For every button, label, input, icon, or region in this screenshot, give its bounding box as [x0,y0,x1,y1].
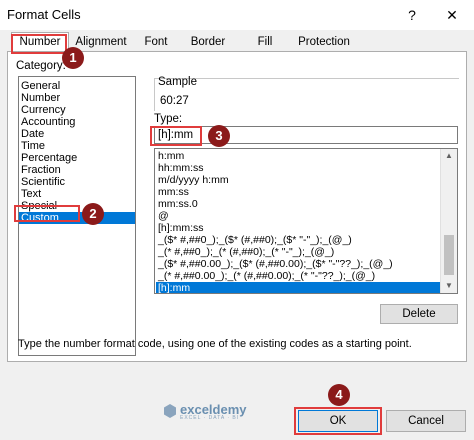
ok-button[interactable]: OK [298,410,378,432]
format-item[interactable]: hh:mm:ss [156,162,440,174]
sample-label: Sample [158,76,197,88]
category-item-percentage[interactable]: Percentage [19,152,135,164]
tab-number[interactable]: Number [11,32,69,52]
format-item[interactable]: _($* #,##0.00_);_($* (#,##0.00);_($* "-"… [156,258,440,270]
watermark-tagline: EXCEL · DATA · BI [180,415,240,421]
format-code-list[interactable]: h:mm hh:mm:ss m/d/yyyy h:mm mm:ss mm:ss.… [154,148,458,294]
step-badge-2: 2 [82,203,104,225]
category-item-special[interactable]: Special [19,200,135,212]
format-item[interactable]: mm:ss [156,186,440,198]
format-item[interactable]: m/d/yyyy h:mm [156,174,440,186]
category-item-time[interactable]: Time [19,140,135,152]
format-item[interactable]: mm:ss.0 [156,198,440,210]
format-list-scrollbar[interactable]: ▲ ▼ [440,149,457,293]
category-item-date[interactable]: Date [19,128,135,140]
tab-fill[interactable]: Fill [245,34,285,50]
format-item[interactable]: h:mm [156,150,440,162]
scroll-up-icon[interactable]: ▲ [441,149,457,163]
hint-text: Type the number format code, using one o… [18,338,412,350]
dialog-title: Format Cells [7,7,81,22]
category-item-fraction[interactable]: Fraction [19,164,135,176]
step-badge-4: 4 [328,384,350,406]
watermark: exceldemy EXCEL · DATA · BI [180,402,247,421]
number-tab-panel: Category: General Number Currency Accoun… [7,51,467,362]
format-item[interactable]: _(* #,##0_);_(* (#,##0);_(* "-"_);_(@_) [156,246,440,258]
category-item-scientific[interactable]: Scientific [19,176,135,188]
cancel-button[interactable]: Cancel [386,410,466,432]
close-button[interactable]: ✕ [440,4,464,26]
step-badge-3: 3 [208,125,230,147]
format-item[interactable]: _($* #,##0_);_($* (#,##0);_($* "-"_);_(@… [156,234,440,246]
type-input[interactable]: [h]:mm [154,126,458,144]
scroll-down-icon[interactable]: ▼ [441,279,457,293]
category-item-accounting[interactable]: Accounting [19,116,135,128]
title-bar: Format Cells ? ✕ [0,0,474,30]
sample-group [154,78,459,111]
category-item-general[interactable]: General [19,80,135,92]
category-label: Category: [16,60,66,72]
format-item[interactable]: _(* #,##0.00_);_(* (#,##0.00);_(* "-"??_… [156,270,440,282]
help-button[interactable]: ? [400,4,424,26]
exceldemy-logo-icon [164,404,176,418]
category-item-number[interactable]: Number [19,92,135,104]
tab-protection[interactable]: Protection [293,34,355,50]
tab-border[interactable]: Border [183,34,233,50]
category-item-currency[interactable]: Currency [19,104,135,116]
format-item[interactable]: [h]:mm:ss [156,222,440,234]
scroll-thumb[interactable] [444,235,454,275]
type-label: Type: [154,113,183,125]
step-badge-1: 1 [62,47,84,69]
delete-button-label: Delete [402,308,436,320]
format-item[interactable]: @ [156,210,440,222]
sample-value: 60:27 [160,95,189,107]
category-item-custom[interactable]: Custom [19,212,135,224]
category-list[interactable]: General Number Currency Accounting Date … [18,76,136,356]
format-item-selected[interactable]: [h]:mm [156,282,440,293]
delete-button[interactable]: Delete [380,304,458,324]
category-item-text[interactable]: Text [19,188,135,200]
tab-font[interactable]: Font [135,34,177,50]
